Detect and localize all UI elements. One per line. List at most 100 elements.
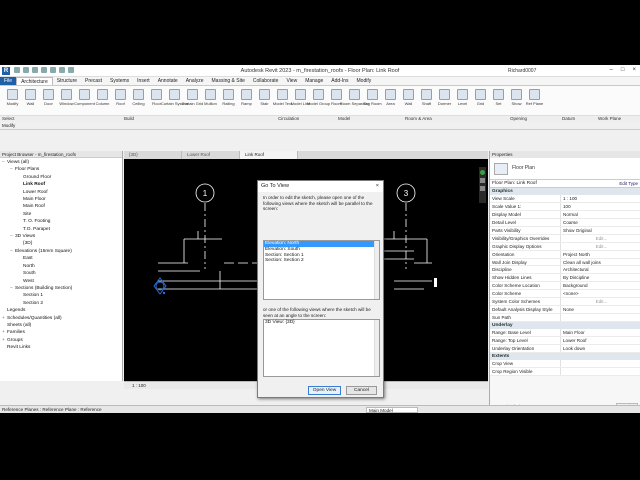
edit-button[interactable]: Edit... — [560, 242, 640, 250]
elevation-marker[interactable] — [153, 277, 167, 295]
tool-model-group-button[interactable]: Model Group — [307, 89, 330, 113]
property-value[interactable]: None — [560, 305, 640, 313]
tool-dormer-button[interactable]: Dormer — [436, 89, 453, 113]
open-view-button[interactable]: Open View — [308, 386, 341, 395]
browser-item[interactable]: South — [0, 270, 122, 277]
view-cube-icon[interactable] — [480, 170, 485, 175]
tab-insert[interactable]: Insert — [133, 77, 154, 85]
tab-view[interactable]: View — [282, 77, 301, 85]
property-value[interactable]: 1 : 100 — [560, 195, 640, 203]
browser-item[interactable]: Sheets (all) — [0, 322, 122, 329]
browser-item[interactable]: {3D} — [0, 240, 122, 247]
list-scrollbar[interactable] — [374, 320, 379, 376]
parallel-views-list[interactable]: Elevation: North Elevation: South Section:… — [263, 240, 380, 300]
instance-selector[interactable]: Floor Plan: Link Roof Edit Type — [490, 180, 640, 188]
tool-ceiling-button[interactable]: Ceiling — [130, 89, 147, 113]
browser-item[interactable]: T.O. Parapet — [0, 226, 122, 233]
property-value[interactable]: 100 — [560, 203, 640, 211]
browser-item[interactable]: Site — [0, 211, 122, 218]
property-value[interactable] — [560, 360, 640, 367]
tab-structure[interactable]: Structure — [53, 77, 81, 85]
property-value[interactable] — [560, 367, 640, 375]
property-value[interactable]: Architectural — [560, 266, 640, 274]
property-group-graphics[interactable]: Graphics — [490, 188, 640, 196]
tab-massing-site[interactable]: Massing & Site — [208, 77, 249, 85]
browser-item[interactable]: −3D Views — [0, 233, 122, 240]
browser-item[interactable]: − Elevations (15mm Square) — [0, 248, 122, 255]
dialog-close-icon[interactable]: × — [376, 181, 379, 192]
angled-views-list[interactable]: 3D View: {3D} — [263, 319, 380, 377]
browser-item[interactable]: − Sections (Building Section) — [0, 285, 122, 292]
type-selector[interactable]: Floor Plan — [490, 158, 640, 180]
tool-wall-button[interactable]: Wall — [400, 89, 417, 113]
tool-railing-button[interactable]: Railing — [220, 89, 237, 113]
tab-annotate[interactable]: Annotate — [154, 77, 182, 85]
browser-item[interactable]: East — [0, 255, 122, 262]
tool-modify-button[interactable]: Modify — [4, 89, 21, 113]
tool-shaft-button[interactable]: Shaft — [418, 89, 435, 113]
tool-area-button[interactable]: Area — [382, 89, 399, 113]
property-value[interactable] — [560, 313, 640, 321]
browser-item[interactable]: Legends — [0, 307, 122, 314]
view-tab-lower-roof[interactable]: Lower Roof — [182, 151, 240, 159]
browser-item[interactable]: Main Floor — [0, 196, 122, 203]
property-value[interactable]: Look down — [560, 344, 640, 352]
tool-curtain-system-button[interactable]: Curtain System — [161, 89, 188, 113]
tool-model-text-button[interactable]: Model Text — [273, 89, 292, 113]
property-value[interactable]: Lower Roof — [560, 336, 640, 344]
browser-item[interactable]: T. O. Footing — [0, 218, 122, 225]
tab-modify[interactable]: Modify — [353, 77, 376, 85]
browser-item[interactable]: + Schedules/Quantities (all) — [0, 315, 122, 322]
list-scrollbar[interactable] — [374, 241, 379, 299]
close-icon[interactable]: × — [632, 67, 636, 73]
view-scale[interactable]: 1 : 100 — [132, 383, 146, 388]
browser-item[interactable]: Lower Roof — [0, 189, 122, 196]
property-group-underlay[interactable]: Underlay — [490, 321, 640, 330]
tool-stair-button[interactable]: Stair — [256, 89, 273, 113]
minimize-icon[interactable]: – — [610, 67, 613, 73]
tool-level-button[interactable]: Level — [454, 89, 471, 113]
tool-component-button[interactable]: Component — [74, 89, 95, 113]
edit-type-button[interactable]: Edit Type — [619, 180, 638, 188]
tab-collaborate[interactable]: Collaborate — [249, 77, 283, 85]
maximize-icon[interactable]: □ — [621, 67, 625, 73]
tool-grid-button[interactable]: Grid — [472, 89, 489, 113]
browser-item[interactable]: Section 1 — [0, 292, 122, 299]
steering-wheel-icon[interactable] — [480, 178, 485, 183]
browser-item[interactable]: + Groups — [0, 337, 122, 344]
tool-roof-button[interactable]: Roof — [112, 89, 129, 113]
tool-set-button[interactable]: Set — [490, 89, 507, 113]
tool-mullion-button[interactable]: Mullion — [202, 89, 219, 113]
tab-precast[interactable]: Precast — [81, 77, 106, 85]
property-value[interactable]: Project North — [560, 250, 640, 258]
view-list-item[interactable]: 3D View: {3D} — [264, 320, 379, 326]
view-tab-3d[interactable]: {3D} — [124, 151, 182, 159]
tool-curtain-grid-button[interactable]: Curtain Grid — [182, 89, 203, 113]
property-value[interactable]: Clean all wall joins — [560, 258, 640, 266]
browser-item[interactable]: Section 2 — [0, 300, 122, 307]
user-account[interactable]: Richard0007 — [508, 68, 536, 74]
edit-button[interactable]: Edit... — [560, 234, 640, 242]
edit-button[interactable]: Edit... — [560, 297, 640, 305]
browser-item[interactable]: Ground Floor — [0, 174, 122, 181]
tool-room-separator-button[interactable]: Room Separator — [340, 89, 369, 113]
browser-item[interactable]: Link Roof — [0, 181, 122, 188]
property-value[interactable]: Main Floor — [560, 329, 640, 336]
browser-item[interactable]: Main Roof — [0, 203, 122, 210]
tool-column-button[interactable]: Column — [94, 89, 111, 113]
tool-ref-plane-button[interactable]: Ref Plane — [526, 89, 543, 113]
property-group-extents[interactable]: Extents — [490, 352, 640, 361]
tab-manage[interactable]: Manage — [301, 77, 327, 85]
tool-ramp-button[interactable]: Ramp — [238, 89, 255, 113]
navigation-bar[interactable] — [479, 167, 486, 203]
property-value[interactable]: By Discipline — [560, 274, 640, 282]
tool-door-button[interactable]: Door — [40, 89, 57, 113]
view-tab-link-roof[interactable]: Link Roof — [240, 151, 298, 159]
zoom-icon[interactable] — [480, 186, 485, 191]
tool-show-button[interactable]: Show — [508, 89, 525, 113]
browser-item[interactable]: Revit Links — [0, 344, 122, 351]
property-value[interactable]: Normal — [560, 211, 640, 219]
browser-item[interactable]: − Floor Plans — [0, 166, 122, 173]
property-value[interactable]: <none> — [560, 290, 640, 297]
property-value[interactable]: Background — [560, 282, 640, 290]
